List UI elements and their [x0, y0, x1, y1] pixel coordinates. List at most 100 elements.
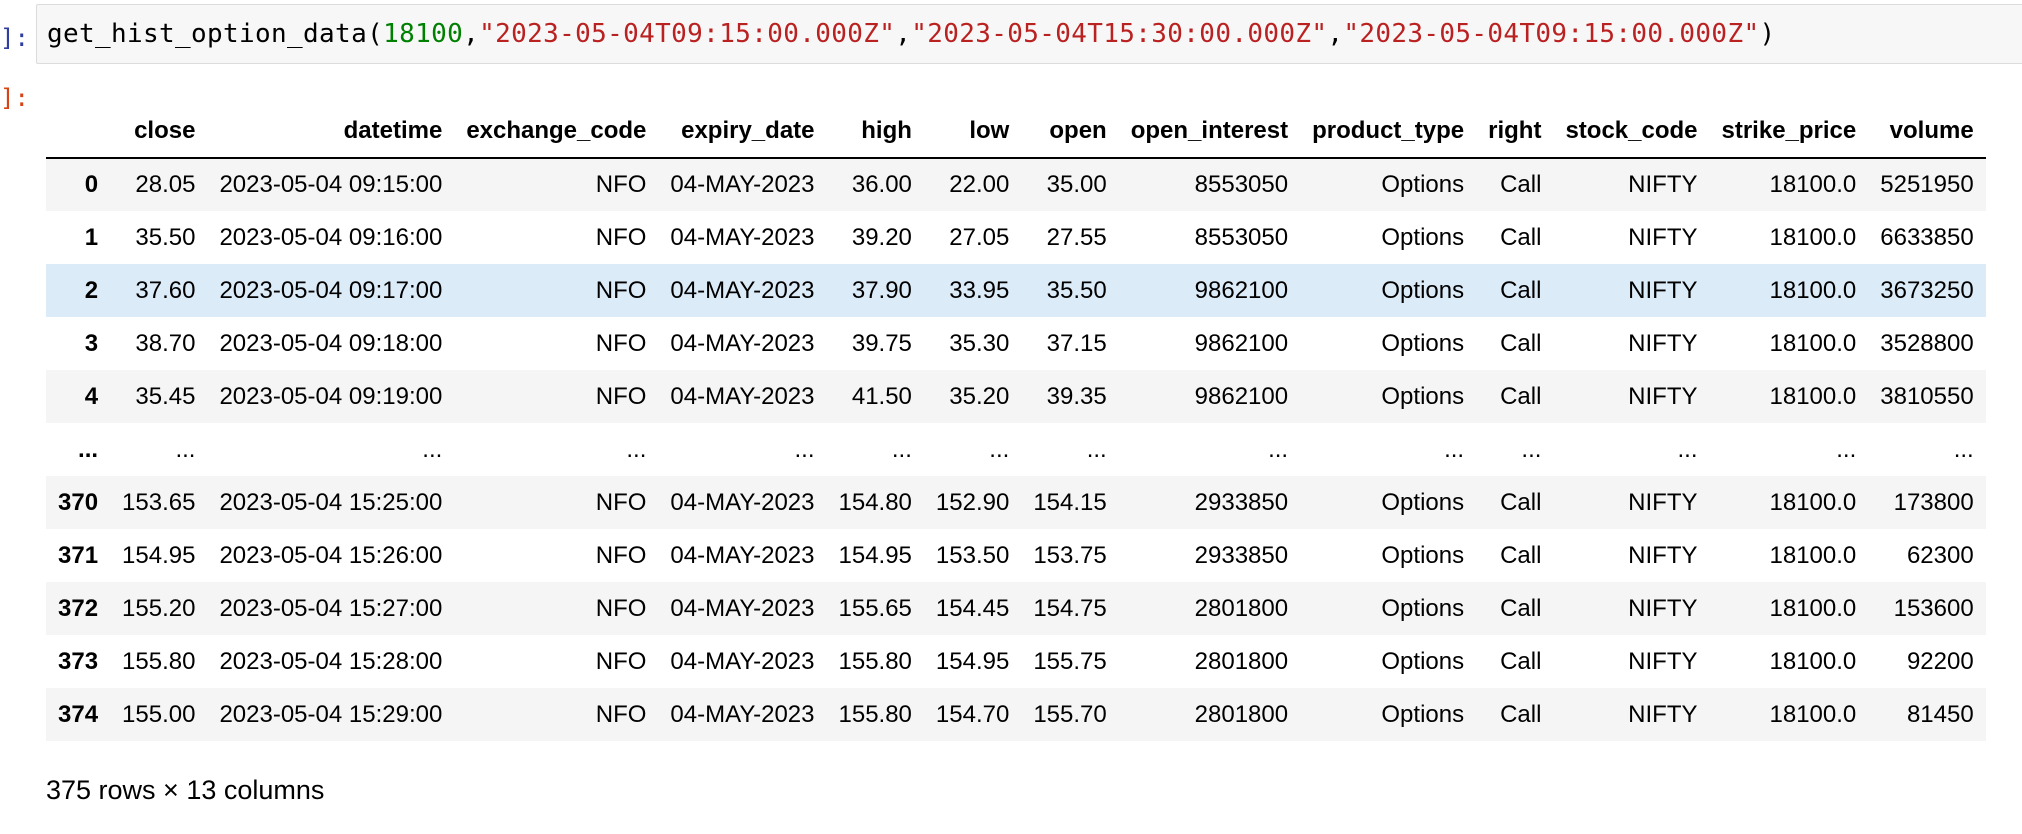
table-cell-open: 39.35 — [1046, 382, 1107, 410]
table-cell-open: 154.15 — [1033, 488, 1107, 516]
table-cell-close: 38.70 — [135, 329, 196, 357]
code-open-paren: ( — [367, 19, 384, 49]
table-cell-product-type: ... — [1444, 435, 1465, 463]
table-cell-exchange-code: NFO — [595, 276, 647, 304]
input-prompt: ]: — [0, 24, 29, 52]
column-header-open-interest: open_interest — [1118, 105, 1301, 159]
table-cell-product-type: Options — [1381, 276, 1465, 304]
table-cell-open-interest: 9862100 — [1194, 382, 1289, 410]
table-cell-right: Call — [1500, 594, 1542, 622]
row-index: 0 — [84, 171, 99, 198]
row-index: 374 — [58, 700, 99, 728]
table-cell-right: ... — [1521, 435, 1542, 463]
table-cell-open-interest: 8553050 — [1194, 171, 1289, 198]
row-index: 370 — [58, 488, 99, 516]
table-cell-volume: 153600 — [1893, 594, 1974, 622]
table-cell-stock-code: NIFTY — [1628, 594, 1698, 622]
table-cell-strike-price: 18100.0 — [1769, 594, 1857, 622]
table-cell-open-interest: 2801800 — [1194, 594, 1289, 622]
table-cell-datetime: 2023-05-04 15:28:00 — [219, 647, 443, 675]
code-arg-expiry-date: "2023-05-04T09:15:00.000Z" — [1343, 19, 1760, 49]
table-cell-volume: 3673250 — [1880, 276, 1974, 304]
table-cell-stock-code: NIFTY — [1628, 700, 1698, 728]
table-cell-stock-code: NIFTY — [1628, 171, 1698, 198]
table-cell-volume: 5251950 — [1880, 171, 1974, 198]
table-row: 2 37.60 2023-05-04 09:17:00 NFO 04-MAY-2023 3… — [46, 264, 1986, 317]
table-cell-strike-price: ... — [1836, 435, 1857, 463]
row-index: ... — [78, 435, 99, 463]
table-cell-close: 155.80 — [122, 647, 196, 675]
table-cell-expiry-date: 04-MAY-2023 — [670, 700, 815, 728]
table-cell-open-interest: 2933850 — [1194, 488, 1289, 516]
table-cell-expiry-date: ... — [794, 435, 815, 463]
table-cell-close: 155.00 — [122, 700, 196, 728]
table-cell-stock-code: NIFTY — [1628, 329, 1698, 357]
table-cell-exchange-code: NFO — [595, 594, 647, 622]
table-cell-low: 27.05 — [949, 223, 1010, 251]
row-index: 372 — [58, 594, 99, 622]
table-cell-expiry-date: 04-MAY-2023 — [670, 329, 815, 357]
table-cell-product-type: Options — [1381, 541, 1465, 569]
table-cell-open-interest: 9862100 — [1194, 329, 1289, 357]
table-cell-right: Call — [1500, 700, 1542, 728]
output-prompt: ]: — [0, 84, 29, 112]
table-cell-high: ... — [891, 435, 912, 463]
column-header-stock-code: stock_code — [1553, 105, 1710, 159]
table-cell-open-interest: 2801800 — [1194, 647, 1289, 675]
table-cell-high: 39.20 — [851, 223, 912, 251]
index-header — [46, 105, 111, 159]
table-cell-close: 155.20 — [122, 594, 196, 622]
table-cell-open: 155.75 — [1033, 647, 1107, 675]
column-header-right: right — [1476, 105, 1554, 159]
table-cell-stock-code: NIFTY — [1628, 223, 1698, 251]
table-cell-low: 153.50 — [935, 541, 1010, 569]
table-cell-open-interest: ... — [1268, 435, 1289, 463]
table-cell-product-type: Options — [1381, 382, 1465, 410]
column-header-volume: volume — [1868, 105, 1986, 159]
table-cell-expiry-date: 04-MAY-2023 — [670, 541, 815, 569]
table-cell-exchange-code: NFO — [595, 223, 647, 251]
table-cell-datetime: 2023-05-04 15:25:00 — [219, 488, 443, 516]
dataframe-shape-summary: 375 rows × 13 columns — [46, 775, 325, 805]
table-cell-strike-price: 18100.0 — [1769, 647, 1857, 675]
table-cell-low: 35.30 — [949, 329, 1010, 357]
table-cell-low: 22.00 — [949, 171, 1010, 198]
table-cell-expiry-date: 04-MAY-2023 — [670, 171, 815, 198]
table-cell-high: 155.65 — [838, 594, 912, 622]
table-cell-product-type: Options — [1381, 171, 1465, 198]
table-cell-high: 36.00 — [851, 171, 912, 198]
dataframe-table: close datetime exchange_code expiry_date… — [46, 105, 1986, 741]
table-cell-datetime: 2023-05-04 09:15:00 — [219, 171, 443, 198]
table-cell-exchange-code: NFO — [595, 700, 647, 728]
column-header-close: close — [110, 105, 208, 159]
table-cell-close: 153.65 — [122, 488, 196, 516]
table-cell-stock-code: NIFTY — [1628, 541, 1698, 569]
table-cell-datetime: 2023-05-04 15:27:00 — [219, 594, 443, 622]
table-row: 1 35.50 2023-05-04 09:16:00 NFO 04-MAY-2023 3… — [46, 211, 1986, 264]
code-input-cell[interactable]: get_hist_option_data(18100,"2023-05-04T0… — [36, 4, 2022, 64]
table-cell-exchange-code: NFO — [595, 382, 647, 410]
table-cell-datetime: 2023-05-04 09:17:00 — [219, 276, 443, 304]
code-arg-to-date: "2023-05-04T15:30:00.000Z" — [911, 19, 1328, 49]
table-cell-open: 155.70 — [1033, 700, 1107, 728]
code-comma: , — [895, 19, 912, 49]
row-index: 1 — [84, 223, 99, 251]
table-cell-low: 33.95 — [949, 276, 1010, 304]
table-cell-high: 41.50 — [851, 382, 912, 410]
table-cell-low: 35.20 — [949, 382, 1010, 410]
table-cell-open-interest: 8553050 — [1194, 223, 1289, 251]
table-cell-stock-code: NIFTY — [1628, 488, 1698, 516]
table-cell-open: ... — [1086, 435, 1107, 463]
table-cell-expiry-date: 04-MAY-2023 — [670, 647, 815, 675]
table-row: 3 38.70 2023-05-04 09:18:00 NFO 04-MAY-2023 3… — [46, 317, 1986, 370]
table-cell-right: Call — [1500, 382, 1542, 410]
table-cell-high: 154.95 — [838, 541, 912, 569]
table-cell-high: 155.80 — [838, 700, 912, 728]
table-cell-exchange-code: NFO — [595, 171, 647, 198]
table-cell-datetime: 2023-05-04 15:29:00 — [219, 700, 443, 728]
table-cell-volume: 173800 — [1893, 488, 1974, 516]
table-cell-low: 154.45 — [935, 594, 1010, 622]
table-cell-product-type: Options — [1381, 700, 1465, 728]
table-cell-open: 153.75 — [1033, 541, 1107, 569]
table-cell-strike-price: 18100.0 — [1769, 276, 1857, 304]
